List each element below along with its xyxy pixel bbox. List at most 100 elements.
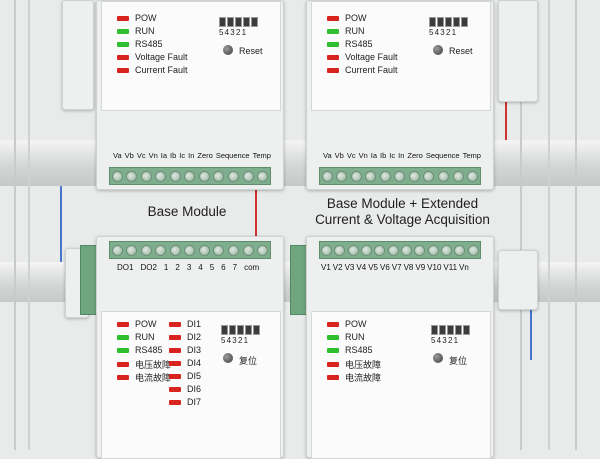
led-red <box>169 399 181 405</box>
breaker-left <box>62 0 94 110</box>
dip-switch[interactable] <box>219 17 258 27</box>
indicator-current-fault: Current Fault <box>327 65 398 75</box>
indicator-run: RUN <box>327 332 365 342</box>
indicator-di7: DI7 <box>169 397 201 407</box>
led-red <box>327 362 339 367</box>
indicator-label: RUN <box>345 26 365 36</box>
indicator-di5: DI5 <box>169 371 201 381</box>
dip-numbers: 54321 <box>429 28 458 37</box>
terminal-block <box>109 167 271 185</box>
wire <box>548 0 550 450</box>
indicator-run: RUN <box>117 26 155 36</box>
indicator-label: RUN <box>135 332 155 342</box>
led-red <box>117 15 129 21</box>
wire-blue <box>60 186 62 262</box>
di-label: DI6 <box>187 384 202 394</box>
led-red <box>117 54 129 60</box>
reset-button[interactable] <box>433 45 443 55</box>
indicator-label: Voltage Fault <box>135 52 188 62</box>
reset-button[interactable] <box>223 45 233 55</box>
indicator-label: RS485 <box>345 345 373 355</box>
di-label: DI2 <box>187 332 202 342</box>
reset-button[interactable] <box>223 353 233 363</box>
indicator-label: Current Fault <box>135 65 188 75</box>
indicator-label: RUN <box>135 26 155 36</box>
indicator-label: RS485 <box>345 39 373 49</box>
wire-red <box>505 100 507 140</box>
led-red <box>327 15 339 21</box>
indicator-label: POW <box>135 13 157 23</box>
terminal-labels: DO1 DO2 1 2 3 4 5 6 7 com <box>117 263 260 272</box>
breaker-right <box>498 0 538 102</box>
title-line-2: Current & Voltage Acquisition <box>315 212 490 227</box>
di-label: DI7 <box>187 397 202 407</box>
indicator-rs485: RS485 <box>117 39 163 49</box>
wire <box>28 0 30 450</box>
indicator-current-fault: 电流故障 <box>117 371 171 384</box>
terminal-labels: Va Vb Vc Vn Ia Ib Ic In Zero Sequence Temp <box>113 151 271 160</box>
indicator-di3: DI3 <box>169 345 201 355</box>
reset-label: 复位 <box>449 356 468 366</box>
led-green <box>117 28 129 34</box>
reset-label: 复位 <box>239 356 258 366</box>
indicator-label: POW <box>135 319 157 329</box>
dip-numbers: 54321 <box>431 336 460 345</box>
din-rail-top <box>0 140 600 186</box>
terminal-block <box>319 241 481 259</box>
reset-label: Reset <box>239 46 263 56</box>
indicator-rs485: RS485 <box>327 345 373 355</box>
led-green <box>117 347 129 353</box>
reset-button[interactable] <box>433 353 443 363</box>
indicator-voltage-fault: 电压故障 <box>327 358 381 371</box>
led-red <box>169 321 181 327</box>
led-green <box>327 347 339 353</box>
terminal-block <box>109 241 271 259</box>
di-label: DI5 <box>187 371 202 381</box>
indicator-pow: POW <box>327 319 367 329</box>
dip-switch[interactable] <box>429 17 468 27</box>
indicator-di2: DI2 <box>169 332 201 342</box>
led-red <box>169 347 181 353</box>
led-red <box>169 360 181 366</box>
title-base-module: Base Module <box>132 204 242 220</box>
title-line-1: Base Module + Extended <box>326 196 479 211</box>
indicator-label: 电流故障 <box>135 373 172 383</box>
terminal-block <box>319 167 481 185</box>
bottom-right-module: V1 V2 V3 V4 V5 V6 V7 V8 V9 V10 V11 Vn POW RUN RS485… <box>306 236 494 459</box>
indicator-label: Current Fault <box>345 65 398 75</box>
indicator-label: RUN <box>345 332 365 342</box>
led-red <box>169 334 181 340</box>
di-label: DI1 <box>187 319 202 329</box>
indicator-run: RUN <box>117 332 155 342</box>
dip-switch[interactable] <box>431 325 470 335</box>
indicator-di1: DI1 <box>169 319 201 329</box>
indicator-current-fault: 电流故障 <box>327 371 381 384</box>
di-label: DI4 <box>187 358 202 368</box>
indicator-label: POW <box>345 319 367 329</box>
indicator-voltage-fault: 电压故障 <box>117 358 171 371</box>
led-red <box>117 362 129 367</box>
wire <box>575 0 577 450</box>
dip-numbers: 54321 <box>219 28 248 37</box>
terminal-labels: Va Vb Vc Vn Ia Ib Ic In Zero Sequence Temp <box>323 151 481 160</box>
indicator-di4: DI4 <box>169 358 201 368</box>
indicator-voltage-fault: Voltage Fault <box>327 52 398 62</box>
indicator-current-fault: Current Fault <box>117 65 188 75</box>
wire <box>14 0 16 450</box>
indicator-label: RS485 <box>135 345 163 355</box>
led-red <box>327 375 339 380</box>
led-red <box>327 67 339 73</box>
dip-switch[interactable] <box>221 325 260 335</box>
led-red <box>169 373 181 379</box>
top-left-module: POW RUN RS485 Voltage Fault Current Faul… <box>96 0 284 190</box>
terminal-labels: V1 V2 V3 V4 V5 V6 V7 V8 V9 V10 V11 Vn <box>321 263 469 272</box>
led-green <box>117 334 129 340</box>
indicator-label: POW <box>345 13 367 23</box>
led-red <box>117 321 129 327</box>
reset-label: Reset <box>449 46 473 56</box>
title-extended-module: Base Module + Extended Current & Voltage… <box>300 196 505 228</box>
led-green <box>327 28 339 34</box>
led-red <box>117 67 129 73</box>
indicator-label: RS485 <box>135 39 163 49</box>
led-green <box>117 41 129 47</box>
